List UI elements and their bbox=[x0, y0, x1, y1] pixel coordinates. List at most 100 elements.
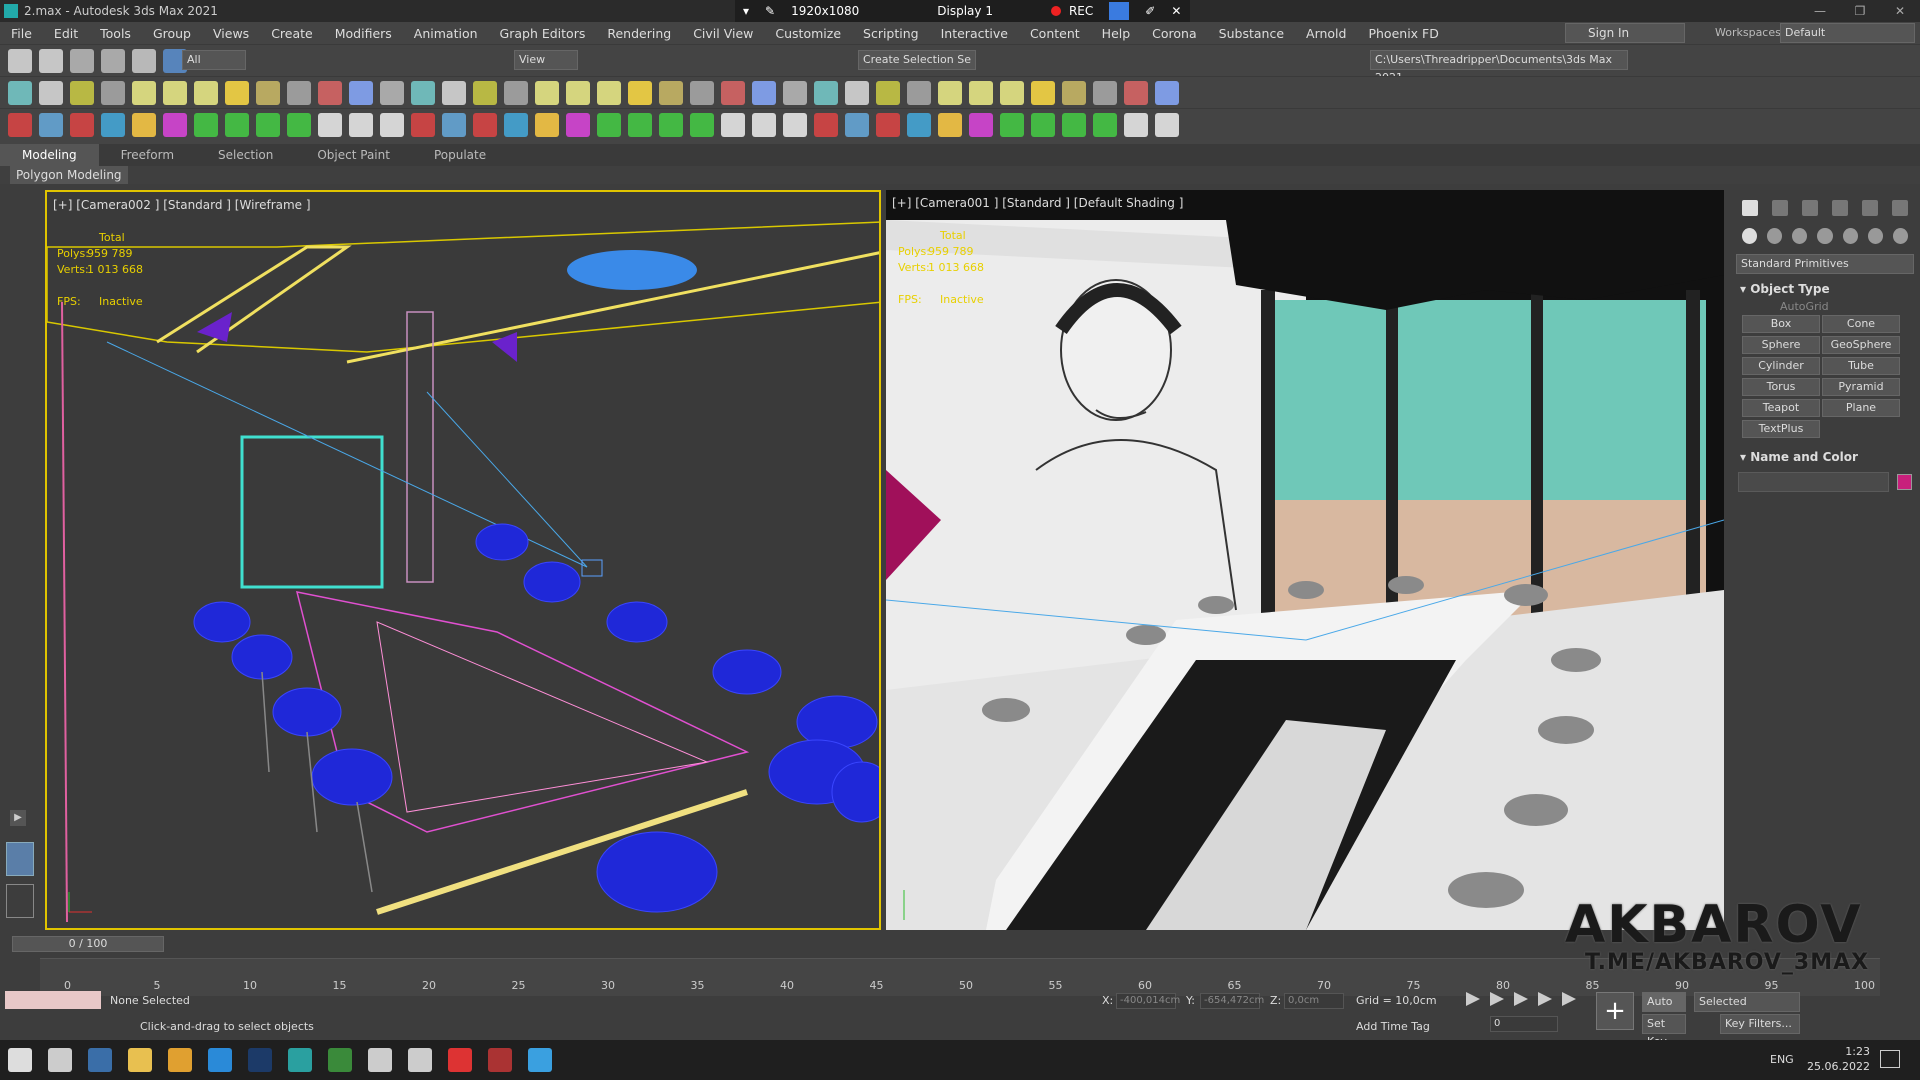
toolbar-tool-icon[interactable] bbox=[907, 113, 931, 137]
menu-interactive[interactable]: Interactive bbox=[930, 26, 1019, 41]
toolbar-tool-icon[interactable] bbox=[411, 113, 435, 137]
ribbon-tab-modeling[interactable]: Modeling bbox=[0, 144, 99, 166]
plane-button[interactable]: Plane bbox=[1822, 399, 1900, 417]
toolbar-tool-icon[interactable] bbox=[349, 81, 373, 105]
toolbar-tool-icon[interactable] bbox=[690, 81, 714, 105]
play-icon[interactable] bbox=[1514, 992, 1528, 1006]
toolbar-tool-icon[interactable] bbox=[1124, 113, 1148, 137]
object-type-rollout[interactable]: ▾ Object Type bbox=[1736, 282, 1914, 296]
photoshop-icon[interactable] bbox=[240, 1040, 280, 1080]
toolbar-tool-icon[interactable] bbox=[318, 81, 342, 105]
viewport-camera001-shaded[interactable]: [+] [Camera001 ] [Standard ] [Default Sh… bbox=[886, 190, 1724, 930]
toolbar-tool-icon[interactable] bbox=[194, 81, 218, 105]
geometry-icon[interactable] bbox=[1742, 228, 1758, 244]
time-slider[interactable]: 0 / 100 bbox=[12, 936, 164, 952]
toolbar-tool-icon[interactable] bbox=[783, 113, 807, 137]
toolbar-tool-icon[interactable] bbox=[101, 49, 125, 73]
toolbar-tool-icon[interactable] bbox=[163, 113, 187, 137]
go-to-end-icon[interactable] bbox=[1562, 992, 1576, 1006]
display-tab-icon[interactable] bbox=[1862, 200, 1878, 216]
viewport-camera002-wireframe[interactable]: [+] [Camera002 ] [Standard ] [Wireframe … bbox=[45, 190, 881, 930]
restore-button[interactable]: ❐ bbox=[1840, 0, 1880, 22]
chrome-icon[interactable] bbox=[160, 1040, 200, 1080]
toolbar-tool-icon[interactable] bbox=[70, 81, 94, 105]
square-icon[interactable] bbox=[1109, 2, 1130, 20]
cone-button[interactable]: Cone bbox=[1822, 315, 1900, 333]
windows-start-icon[interactable] bbox=[0, 1040, 40, 1080]
motion-tab-icon[interactable] bbox=[1832, 200, 1848, 216]
chevron-down-icon[interactable]: ▾ bbox=[743, 4, 749, 18]
toolbar-tool-icon[interactable] bbox=[318, 113, 342, 137]
toolbar-tool-icon[interactable] bbox=[721, 81, 745, 105]
menu-scripting[interactable]: Scripting bbox=[852, 26, 930, 41]
polygon-modeling-tab[interactable]: Polygon Modeling bbox=[10, 166, 128, 184]
menu-graph-editors[interactable]: Graph Editors bbox=[489, 26, 597, 41]
toolbar-tool-icon[interactable] bbox=[1093, 113, 1117, 137]
toolbar-tool-icon[interactable] bbox=[132, 81, 156, 105]
toolbar-tool-icon[interactable] bbox=[8, 113, 32, 137]
box-button[interactable]: Box bbox=[1742, 315, 1820, 333]
toolbar-tool-icon[interactable] bbox=[876, 113, 900, 137]
toolbar-tool-icon[interactable] bbox=[256, 113, 280, 137]
winrar-icon[interactable] bbox=[480, 1040, 520, 1080]
toolbar-tool-icon[interactable] bbox=[70, 49, 94, 73]
toolbar-tool-icon[interactable] bbox=[659, 81, 683, 105]
spacewarps-icon[interactable] bbox=[1867, 228, 1883, 244]
menu-arnold[interactable]: Arnold bbox=[1295, 26, 1357, 41]
menu-content[interactable]: Content bbox=[1019, 26, 1091, 41]
toolbar-tool-icon[interactable] bbox=[163, 81, 187, 105]
toolbar-tool-icon[interactable] bbox=[1000, 81, 1024, 105]
ribbon-tab-selection[interactable]: Selection bbox=[196, 148, 295, 162]
menu-animation[interactable]: Animation bbox=[403, 26, 489, 41]
geosphere-button[interactable]: GeoSphere bbox=[1822, 336, 1900, 354]
app-icon[interactable] bbox=[440, 1040, 480, 1080]
toolbar-tool-icon[interactable] bbox=[535, 81, 559, 105]
toolbar-tool-icon[interactable] bbox=[349, 113, 373, 137]
selection-filter-dropdown[interactable]: All bbox=[182, 50, 246, 70]
reference-coord-dropdown[interactable]: View bbox=[514, 50, 578, 70]
toolbar-tool-icon[interactable] bbox=[721, 113, 745, 137]
utilities-tab-icon[interactable] bbox=[1892, 200, 1908, 216]
toolbar-tool-icon[interactable] bbox=[690, 113, 714, 137]
layout-tab-1[interactable] bbox=[6, 842, 34, 876]
toolbar-tool-icon[interactable] bbox=[1155, 113, 1179, 137]
toolbar-tool-icon[interactable] bbox=[8, 81, 32, 105]
language-indicator[interactable]: ENG bbox=[1770, 1053, 1794, 1066]
key-mode-button[interactable]: + bbox=[1596, 992, 1634, 1030]
menu-file[interactable]: File bbox=[0, 26, 43, 41]
helpers-icon[interactable] bbox=[1842, 228, 1858, 244]
toolbar-tool-icon[interactable] bbox=[752, 113, 776, 137]
toolbar-tool-icon[interactable] bbox=[1155, 81, 1179, 105]
menu-create[interactable]: Create bbox=[260, 26, 324, 41]
toolbar-tool-icon[interactable] bbox=[101, 81, 125, 105]
toolbar-tool-icon[interactable] bbox=[442, 81, 466, 105]
project-path-dropdown[interactable]: C:\Users\Threadripper\Documents\3ds Max … bbox=[1370, 50, 1628, 84]
menu-phoenix-fd[interactable]: Phoenix FD bbox=[1357, 26, 1449, 41]
toolbar-tool-icon[interactable] bbox=[8, 49, 32, 73]
toolbar-tool-icon[interactable] bbox=[473, 81, 497, 105]
shapes-icon[interactable] bbox=[1767, 228, 1783, 244]
menu-rendering[interactable]: Rendering bbox=[596, 26, 682, 41]
lights-icon[interactable] bbox=[1792, 228, 1808, 244]
toolbar-tool-icon[interactable] bbox=[1062, 81, 1086, 105]
menu-civil-view[interactable]: Civil View bbox=[682, 26, 764, 41]
save-icon[interactable] bbox=[80, 1040, 120, 1080]
workspace-dropdown[interactable]: Default bbox=[1780, 23, 1915, 43]
toolbar-tool-icon[interactable] bbox=[938, 113, 962, 137]
toolbar-tool-icon[interactable] bbox=[380, 113, 404, 137]
object-color-swatch[interactable] bbox=[1896, 474, 1912, 490]
toolbar-tool-icon[interactable] bbox=[969, 113, 993, 137]
menu-help[interactable]: Help bbox=[1091, 26, 1142, 41]
toolbar-tool-icon[interactable] bbox=[473, 113, 497, 137]
toolbar-tool-icon[interactable] bbox=[1031, 81, 1055, 105]
toolbar-tool-icon[interactable] bbox=[504, 113, 528, 137]
toolbar-tool-icon[interactable] bbox=[876, 81, 900, 105]
next-frame-icon[interactable] bbox=[1538, 992, 1552, 1006]
key-set-dropdown[interactable]: Selected bbox=[1694, 992, 1800, 1012]
menu-views[interactable]: Views bbox=[202, 26, 260, 41]
toolbar-tool-icon[interactable] bbox=[845, 113, 869, 137]
toolbar-tool-icon[interactable] bbox=[380, 81, 404, 105]
toolbar-tool-icon[interactable] bbox=[1093, 81, 1117, 105]
pin-icon[interactable]: ✎ bbox=[765, 4, 775, 18]
teapot-button[interactable]: Teapot bbox=[1742, 399, 1820, 417]
